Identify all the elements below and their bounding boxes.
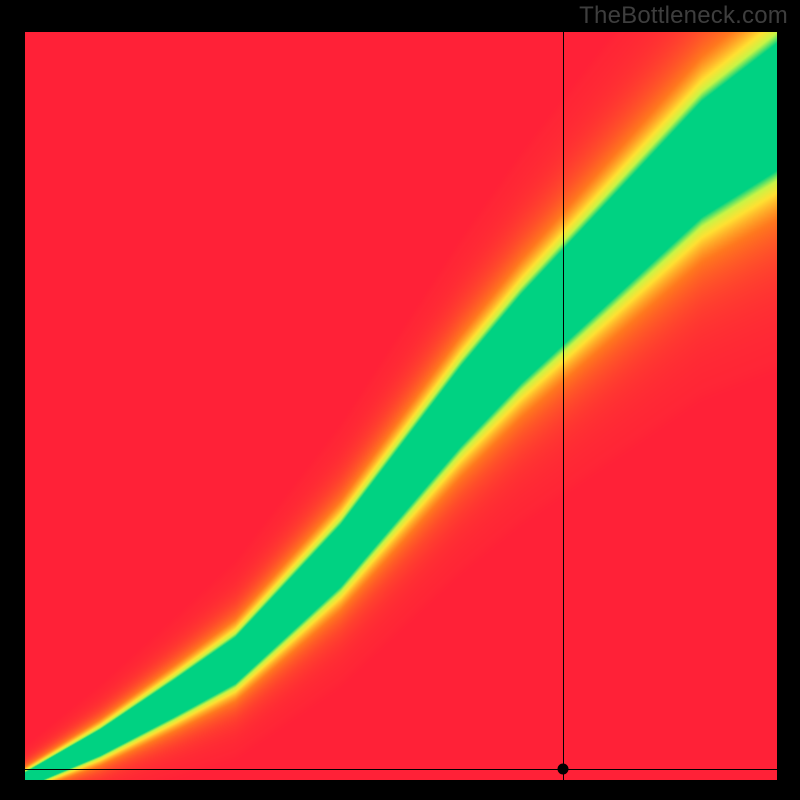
crosshair-horizontal [25, 769, 777, 770]
selected-point-marker [557, 763, 568, 774]
chart-frame: TheBottleneck.com [0, 0, 800, 800]
crosshair-vertical [563, 32, 564, 780]
watermark-text: TheBottleneck.com [579, 2, 788, 30]
heatmap-canvas [25, 32, 777, 780]
heatmap-plot [25, 32, 777, 780]
